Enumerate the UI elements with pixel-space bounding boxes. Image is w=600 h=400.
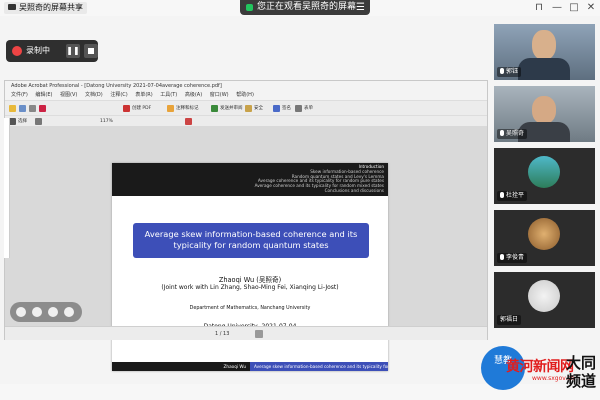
participant-name: 吴照奇 bbox=[497, 129, 528, 139]
acrobat-status-bar: 1 / 13 bbox=[5, 326, 487, 340]
navigation-panel-edge[interactable] bbox=[4, 118, 10, 258]
avatar bbox=[528, 280, 560, 312]
send-review-button[interactable]: 发送并审阅 bbox=[220, 104, 243, 113]
screen-share-banner[interactable]: 您正在观看吴照奇的屏幕 ☰ bbox=[240, 0, 370, 15]
mic-icon bbox=[500, 68, 504, 74]
acrobat-toolbar-main: 创建 PDF 注释和标记 发送并审阅 安全 签名 表单 bbox=[5, 100, 487, 115]
slide-author: Zhaoqi Wu (吴照奇) bbox=[218, 276, 282, 284]
participant-name: 杜拴平 bbox=[497, 191, 528, 201]
person-body bbox=[518, 58, 570, 80]
participant-tile[interactable]: 郭钰 bbox=[494, 24, 595, 80]
slide-department: Department of Mathematics, Nanchang Univ… bbox=[189, 306, 311, 311]
create-pdf-button[interactable]: 创建 PDF bbox=[132, 104, 151, 113]
menu-comments[interactable]: 注释(C) bbox=[110, 92, 127, 98]
menu-window[interactable]: 窗口(W) bbox=[210, 92, 229, 98]
create-pdf-icon[interactable] bbox=[123, 105, 130, 112]
screen-share-label: 吴照奇的屏幕共享 bbox=[4, 2, 87, 14]
slide-title: Average skew information-based coherence… bbox=[133, 223, 369, 258]
form-icon[interactable] bbox=[295, 105, 302, 112]
mic-icon bbox=[500, 192, 504, 198]
pause-button[interactable]: ❚❚ bbox=[66, 44, 80, 58]
sign-button[interactable]: 签名 bbox=[282, 104, 291, 113]
watermark-channel: 大同 频道 bbox=[566, 354, 596, 390]
share-icon[interactable] bbox=[64, 307, 74, 317]
shared-acrobat-window: Adobe Acrobat Professional - [Datong Uni… bbox=[4, 80, 488, 371]
share-indicator-icon bbox=[246, 4, 253, 11]
floating-meeting-toolbar bbox=[10, 302, 82, 322]
document-area[interactable]: Introduction Skew information-based cohe… bbox=[5, 126, 487, 371]
annotate-icon[interactable] bbox=[48, 307, 58, 317]
menu-tools[interactable]: 工具(T) bbox=[160, 92, 177, 98]
close-button[interactable]: ✕ bbox=[584, 1, 598, 15]
mic-icon bbox=[500, 254, 504, 260]
chat-icon[interactable] bbox=[32, 307, 42, 317]
watermark-channel-top: 大同 bbox=[566, 354, 597, 372]
participant-tile[interactable]: 李俊青 bbox=[494, 210, 595, 266]
person-head bbox=[532, 30, 556, 60]
watermark-main: 黄河新闻网 bbox=[506, 359, 574, 375]
watermark-channel-bottom: 频道 bbox=[566, 372, 597, 390]
participant-tile[interactable]: 杜拴平 bbox=[494, 148, 595, 204]
menu-forms[interactable]: 表单(R) bbox=[135, 92, 152, 98]
slide-navigation: Introduction Skew information-based cohe… bbox=[112, 163, 388, 196]
stop-icon bbox=[88, 48, 94, 54]
recording-label: 录制中 bbox=[26, 46, 50, 55]
lock-icon[interactable] bbox=[245, 105, 252, 112]
select-tool[interactable]: 选择 bbox=[18, 117, 27, 126]
mic-icon bbox=[500, 130, 504, 136]
acrobat-title: Adobe Acrobat Professional - [Datong Uni… bbox=[5, 81, 487, 91]
pin-icon[interactable]: ⊓ bbox=[532, 1, 546, 15]
recording-control: 录制中 ❚❚ bbox=[6, 40, 98, 62]
participant-name: 郭福日 bbox=[497, 315, 522, 325]
menu-help[interactable]: 帮助(H) bbox=[236, 92, 254, 98]
stop-button[interactable] bbox=[84, 44, 98, 58]
nav-item: Conclusions and discussions bbox=[324, 187, 384, 193]
slide-coauthors: (Joint work with Lin Zhang, Shao-Ming Fe… bbox=[161, 284, 339, 291]
comment-markup-button[interactable]: 注释和标记 bbox=[176, 104, 199, 113]
zoom-icon[interactable] bbox=[35, 118, 42, 125]
menu-document[interactable]: 文档(D) bbox=[85, 92, 103, 98]
open-folder-icon[interactable] bbox=[9, 105, 16, 112]
participant-name: 李俊青 bbox=[497, 253, 528, 263]
page-indicator[interactable]: 1 / 13 bbox=[215, 327, 229, 341]
security-button[interactable]: 安全 bbox=[254, 104, 263, 113]
minimize-button[interactable]: — bbox=[550, 1, 564, 15]
hand-tool-icon[interactable] bbox=[9, 118, 16, 125]
zoom-level[interactable]: 117% bbox=[100, 117, 113, 126]
menu-view[interactable]: 视图(V) bbox=[60, 92, 77, 98]
footer-author: Zhaoqi Wu bbox=[112, 362, 250, 371]
layout-icon[interactable] bbox=[16, 307, 26, 317]
channel-watermark: 慧教 黄河新闻网 www.sxgov.cn 大同 频道 bbox=[476, 338, 600, 400]
participant-tile[interactable]: 吴照奇 bbox=[494, 86, 595, 142]
screen: 您正在观看吴照奇的屏幕 ☰ ⊓ — □ ✕ 录制中 ❚❚ Adobe Acrob… bbox=[0, 0, 600, 400]
footer-title: Average skew information-based coherence… bbox=[250, 362, 388, 371]
slide-footer: Zhaoqi Wu Average skew information-based… bbox=[112, 362, 388, 371]
maximize-button[interactable]: □ bbox=[567, 1, 581, 15]
signature-icon[interactable] bbox=[273, 105, 280, 112]
print-icon[interactable] bbox=[29, 105, 36, 112]
avatar bbox=[528, 156, 560, 188]
share-banner-text: 您正在观看吴照奇的屏幕 bbox=[257, 2, 357, 12]
record-icon bbox=[12, 46, 22, 56]
menu-edit[interactable]: 编辑(E) bbox=[35, 92, 52, 98]
participant-tile[interactable]: 郭福日 bbox=[494, 272, 595, 328]
save-icon[interactable] bbox=[19, 105, 26, 112]
menu-file[interactable]: 文件(F) bbox=[11, 92, 28, 98]
email-icon[interactable] bbox=[39, 105, 46, 112]
menu-icon[interactable]: ☰ bbox=[356, 0, 365, 15]
forms-button[interactable]: 表单 bbox=[304, 104, 313, 113]
typewriter-icon[interactable] bbox=[185, 118, 192, 125]
menu-advanced[interactable]: 高级(A) bbox=[185, 92, 202, 98]
screen-share-icon bbox=[8, 4, 16, 10]
person-head bbox=[532, 96, 556, 124]
acrobat-menubar: 文件(F) 编辑(E) 视图(V) 文档(D) 注释(C) 表单(R) 工具(T… bbox=[5, 91, 487, 100]
review-icon[interactable] bbox=[211, 105, 218, 112]
participant-name: 郭钰 bbox=[497, 67, 522, 77]
comment-icon[interactable] bbox=[167, 105, 174, 112]
page-layout-icon[interactable] bbox=[255, 330, 263, 338]
acrobat-toolbar-secondary: 选择 117% bbox=[5, 115, 487, 126]
avatar bbox=[528, 218, 560, 250]
